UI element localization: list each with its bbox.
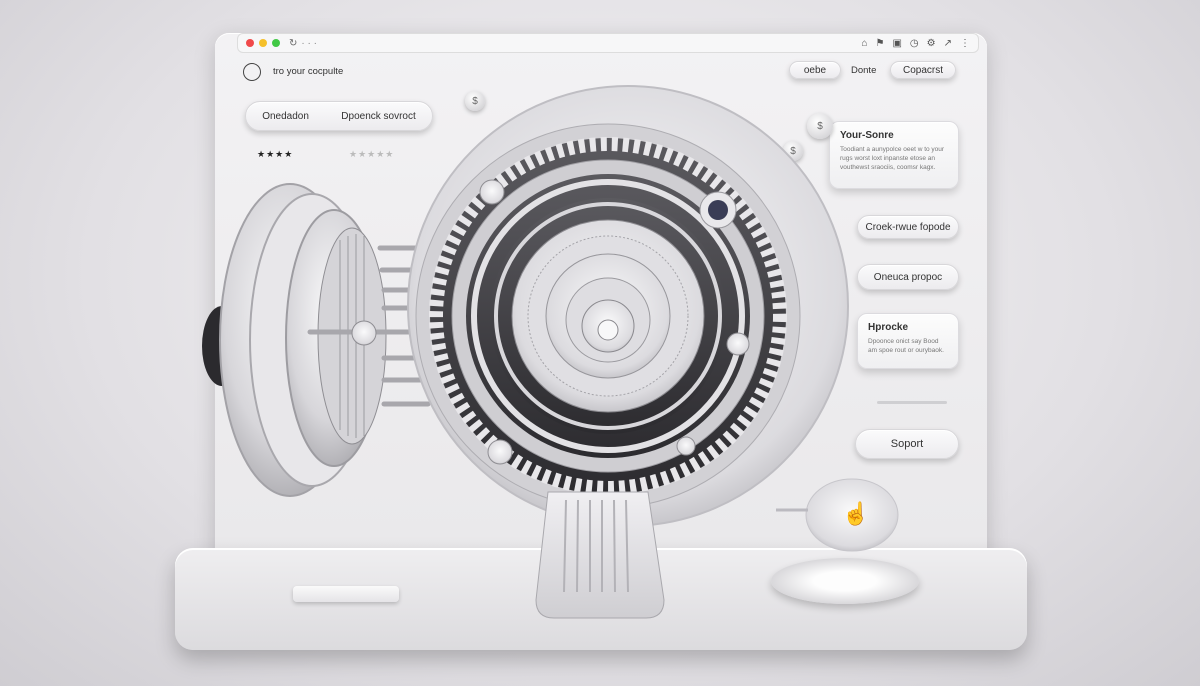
vault-illustration [202, 85, 899, 619]
vault-chute [535, 491, 665, 619]
hand-pointer-icon: ☝ [842, 501, 870, 526]
vault-body [407, 85, 849, 527]
